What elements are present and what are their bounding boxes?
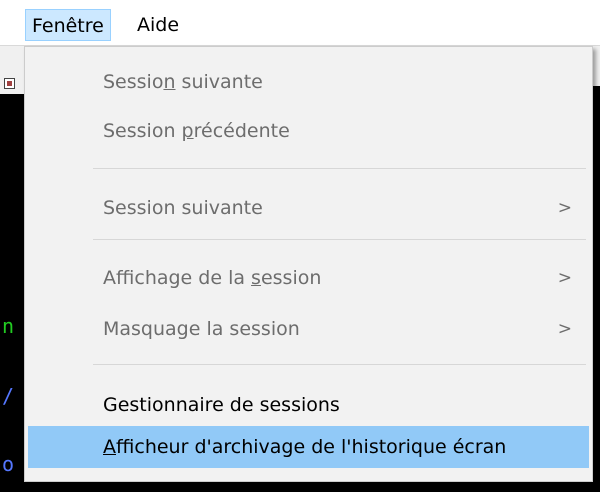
menu-item-label: Session précédente [103, 120, 290, 142]
menu-item-masquage-session[interactable]: Masquage la session > [28, 308, 589, 350]
chevron-right-icon: > [557, 268, 572, 288]
terminal-char: / [2, 384, 15, 408]
menu-aide[interactable]: Aide [131, 9, 185, 41]
fenetre-dropdown-menu: Session suivante Session précédente Sess… [24, 46, 593, 482]
menu-separator [93, 364, 586, 365]
menu-item-session-suivante[interactable]: Session suivante [28, 61, 589, 103]
menu-item-label: Affichage de la session [103, 267, 322, 289]
menu-item-session-precedente[interactable]: Session précédente [28, 110, 589, 152]
menu-item-affichage-session[interactable]: Affichage de la session > [28, 257, 589, 299]
menu-item-label: Session suivante [103, 197, 263, 219]
menu-item-afficheur-archivage[interactable]: Afficheur d'archivage de l'historique éc… [28, 426, 589, 468]
terminal-char: o [2, 452, 15, 476]
menu-bar: Fenêtre Aide [0, 0, 600, 46]
menu-item-label: Session suivante [103, 71, 263, 93]
chevron-right-icon: > [557, 198, 572, 218]
menu-separator [93, 239, 586, 240]
chevron-right-icon: > [557, 319, 572, 339]
menu-fenetre[interactable]: Fenêtre [25, 9, 111, 41]
menu-separator [93, 168, 586, 169]
toolbar-icon [4, 78, 15, 89]
menu-item-session-suivante-submenu[interactable]: Session suivante > [28, 187, 589, 229]
terminal-char: n [2, 314, 15, 338]
menu-item-label: Gestionnaire de sessions [103, 394, 340, 416]
menu-item-gestionnaire-sessions[interactable]: Gestionnaire de sessions [28, 384, 589, 426]
menu-item-label: Afficheur d'archivage de l'historique éc… [103, 436, 507, 458]
menu-item-label: Masquage la session [103, 318, 300, 340]
